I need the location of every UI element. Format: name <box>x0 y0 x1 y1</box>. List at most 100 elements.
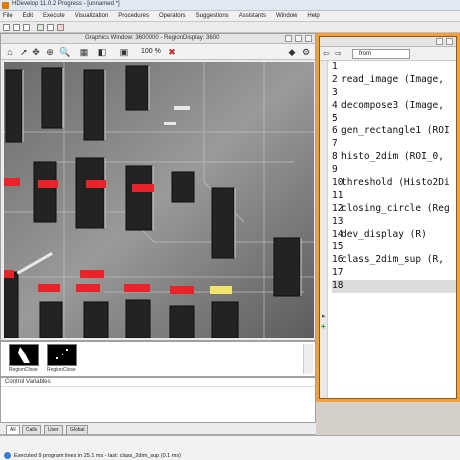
code-line[interactable]: 18 <box>332 280 456 294</box>
line-number: 9 <box>332 164 338 176</box>
zoom-in-icon[interactable]: ⊕ <box>45 47 55 57</box>
code-line[interactable]: 4 decompose3 (Image, <box>332 99 456 113</box>
step-icon[interactable] <box>47 24 54 31</box>
open-icon[interactable] <box>13 24 20 31</box>
clear-icon[interactable]: ✖ <box>167 47 177 57</box>
program-toolbar: ⇦ ⇨ from <box>320 47 456 61</box>
line-number: 16 <box>332 254 344 266</box>
code-line[interactable]: 14dev_display (R) <box>332 228 456 242</box>
menu-visualization[interactable]: Visualization <box>75 13 109 19</box>
image-canvas[interactable] <box>4 62 314 338</box>
code-line[interactable]: 8 histo_2dim (ROI_0, <box>332 151 456 164</box>
thumbnail-label: RegionClose <box>9 367 38 373</box>
variable-scrollbar[interactable] <box>303 344 313 374</box>
menu-bar: File Edit Execute Visualization Procedur… <box>0 11 460 22</box>
code-line[interactable]: 15 <box>332 241 456 254</box>
code-line[interactable]: 6 gen_rectangle1 (ROI <box>332 125 456 138</box>
menu-procedures[interactable]: Procedures <box>118 13 149 19</box>
new-icon[interactable] <box>3 24 10 31</box>
save-icon[interactable] <box>23 24 30 31</box>
maximize-icon[interactable] <box>436 38 443 45</box>
code-line[interactable]: 13 <box>332 215 456 229</box>
code-line[interactable]: 2 read_image (Image, <box>332 73 456 87</box>
line-number: 6 <box>332 125 338 137</box>
tab-all[interactable]: All <box>6 425 20 434</box>
zoom-value[interactable]: 100 % <box>141 48 161 55</box>
menu-file[interactable]: File <box>3 13 13 19</box>
line-number: 4 <box>332 99 338 111</box>
menu-help[interactable]: Help <box>307 13 319 19</box>
graphics-window: Graphics Window: 3600000 - RegionDisplay… <box>0 33 316 341</box>
menu-edit[interactable]: Edit <box>23 13 33 19</box>
back-icon[interactable]: ⇦ <box>323 49 330 58</box>
home-icon[interactable]: ⌂ <box>5 47 15 57</box>
info-icon <box>4 452 11 459</box>
code-text: gen_rectangle1 (ROI <box>341 125 450 137</box>
line-number: 15 <box>332 241 344 253</box>
code-line[interactable]: 12closing_circle (Reg <box>332 202 456 216</box>
zoom-icon[interactable]: 🔍 <box>59 47 70 57</box>
line-gutter[interactable] <box>320 61 328 398</box>
variable-window: RegionClose RegionClose <box>0 341 316 377</box>
lut-icon[interactable]: ▦ <box>79 47 89 57</box>
pc-marker-icon: ▸ <box>322 313 326 320</box>
code-line[interactable]: 9 <box>332 164 456 177</box>
menu-execute[interactable]: Execute <box>43 13 65 19</box>
menu-operators[interactable]: Operators <box>159 13 186 19</box>
code-text: dev_display (R) <box>341 228 427 240</box>
status-bar: Executed 9 program lines in 25.1 ms - la… <box>0 435 460 460</box>
close-icon[interactable] <box>305 35 312 42</box>
shape-icon[interactable]: ◆ <box>287 47 297 57</box>
minimize-icon[interactable] <box>285 35 292 42</box>
tab-global[interactable]: Global <box>66 425 89 434</box>
region-thumbnail[interactable] <box>9 344 39 366</box>
control-variables-panel: Control Variables <box>0 377 316 423</box>
line-number: 3 <box>332 86 338 98</box>
close-icon[interactable] <box>446 38 453 45</box>
menu-window[interactable]: Window <box>276 13 297 19</box>
line-number: 2 <box>332 73 338 85</box>
graphics-window-title: Graphics Window: 3600000 - RegionDisplay… <box>85 35 220 41</box>
line-number: 17 <box>332 267 344 279</box>
run-icon[interactable] <box>37 24 44 31</box>
line-number: 8 <box>332 151 338 163</box>
code-text: read_image (Image, <box>341 73 444 85</box>
code-text: histo_2dim (ROI_0, <box>341 151 444 163</box>
line-number: 7 <box>332 138 338 150</box>
code-line[interactable]: 7 <box>332 138 456 151</box>
thumbnail-label: RegionClose <box>47 367 76 373</box>
line-number: 11 <box>332 189 344 201</box>
title-bar: HDevelop 11.0.2 Progress - [unnamed *] <box>0 0 460 11</box>
line-number: 13 <box>332 215 344 227</box>
procedure-select[interactable]: from <box>352 49 410 59</box>
code-line[interactable]: 3 <box>332 86 456 100</box>
line-number: 12 <box>332 202 344 214</box>
stop-icon[interactable] <box>57 24 64 31</box>
program-window-titlebar <box>320 37 456 47</box>
pointer-icon[interactable]: ➚ <box>19 47 29 57</box>
code-text: class_2dim_sup (R, <box>341 254 444 266</box>
tab-calls[interactable]: Calls <box>22 425 42 434</box>
settings-icon[interactable]: ⚙ <box>301 47 311 57</box>
forward-icon[interactable]: ⇨ <box>335 49 342 58</box>
line-number: 5 <box>332 112 338 124</box>
maximize-icon[interactable] <box>295 35 302 42</box>
graphics-window-titlebar: Graphics Window: 3600000 - RegionDisplay… <box>1 34 315 44</box>
code-line[interactable]: 11 <box>332 189 456 203</box>
program-code[interactable]: 1 2 read_image (Image, 3 4 decompose3 (Image,… <box>332 61 456 294</box>
code-line[interactable]: 1 <box>332 61 456 74</box>
menu-assistants[interactable]: Assistants <box>239 13 266 19</box>
region-thumbnail[interactable] <box>47 344 77 366</box>
region-icon[interactable]: ◧ <box>97 47 107 57</box>
variable-tabs: All Calls User Global <box>0 423 316 435</box>
tab-user[interactable]: User <box>44 425 63 434</box>
move-icon[interactable]: ✥ <box>31 47 41 57</box>
code-line[interactable]: 16class_2dim_sup (R, <box>332 254 456 267</box>
program-window-footer <box>316 402 460 435</box>
fit-icon[interactable]: ▣ <box>119 47 129 57</box>
control-variables-label: Control Variables <box>5 379 51 385</box>
menu-suggestions[interactable]: Suggestions <box>196 13 229 19</box>
code-line[interactable]: 5 <box>332 112 456 126</box>
code-line[interactable]: 10threshold (Histo2Di <box>332 177 456 190</box>
code-line[interactable]: 17 <box>332 267 456 280</box>
